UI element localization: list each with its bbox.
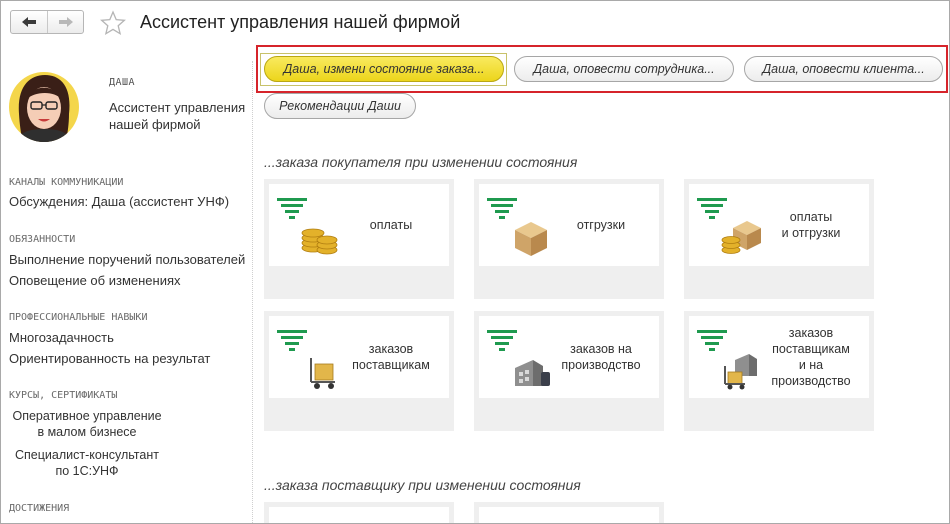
tile-label: заказов на производство — [561, 342, 641, 372]
tile-label: заказов поставщикам и на производство — [771, 326, 851, 388]
achievements-heading: ДОСТИЖЕНИЯ — [9, 503, 70, 514]
cart-icon — [277, 330, 335, 389]
notify-employee-button[interactable]: Даша, оповести сотрудника... — [514, 56, 734, 82]
box-coins-icon — [697, 198, 761, 254]
arrow-left-icon — [22, 17, 36, 27]
tile-shipments[interactable]: отгрузки — [474, 179, 664, 299]
persona-role: Ассистент управления нашей фирмой — [109, 100, 246, 132]
courses-heading: КУРСЫ, СЕРТИФИКАТЫ — [9, 390, 118, 401]
recommendations-button[interactable]: Рекомендации Даши — [264, 93, 416, 119]
avatar — [9, 72, 79, 142]
app-window: Ассистент управления нашей фирмой ДАША А… — [0, 0, 950, 524]
tile-payments[interactable]: оплаты — [264, 179, 454, 299]
coins-icon — [277, 198, 338, 255]
tile-label: оплаты и отгрузки — [781, 210, 841, 240]
group-title: ...заказа поставщику при изменении состо… — [264, 477, 581, 493]
skill-item: Многозадачность — [9, 330, 114, 345]
duty-item: Оповещение об изменениях — [9, 273, 181, 288]
sidebar-divider — [252, 61, 253, 523]
channels-heading: КАНАЛЫ КОММУНИКАЦИИ — [9, 177, 124, 188]
star-icon[interactable] — [100, 10, 126, 36]
arrow-right-icon — [58, 17, 73, 27]
back-button[interactable] — [11, 11, 47, 33]
persona-name: ДАША — [109, 77, 136, 88]
duty-item: Выполнение поручений пользователей — [9, 252, 246, 267]
box-icon — [487, 198, 547, 256]
navigation-buttons — [10, 10, 84, 34]
factory-icon — [487, 330, 550, 386]
course-item: Специалист-консультант по 1С:УНФ — [15, 448, 159, 478]
forward-button[interactable] — [47, 11, 83, 33]
course-item: Оперативное управление в малом бизнесе — [12, 409, 162, 439]
tile-label: оплаты — [369, 218, 413, 232]
tile-label: заказов поставщикам — [352, 342, 430, 372]
tile-partial[interactable] — [264, 502, 454, 523]
skills-heading: ПРОФЕССИОНАЛЬНЫЕ НАВЫКИ — [9, 312, 148, 323]
tile-production-orders[interactable]: заказов на производство — [474, 311, 664, 431]
tile-label: отгрузки — [576, 218, 626, 232]
tile-payments-shipments[interactable]: оплаты и отгрузки — [684, 179, 874, 299]
notify-client-button[interactable]: Даша, оповести клиента... — [744, 56, 943, 82]
change-order-state-button[interactable]: Даша, измени состояние заказа... — [264, 56, 504, 82]
skill-item: Ориентированность на результат — [9, 351, 211, 366]
factory-cart-icon — [697, 330, 757, 390]
tile-supplier-production-orders[interactable]: заказов поставщикам и на производство — [684, 311, 874, 431]
group-title: ...заказа покупателя при изменении состо… — [264, 154, 578, 170]
duties-heading: ОБЯЗАННОСТИ — [9, 234, 76, 245]
page-title: Ассистент управления нашей фирмой — [140, 12, 461, 32]
tile-supplier-orders[interactable]: заказов поставщикам — [264, 311, 454, 431]
channel-discussions-link[interactable]: Обсуждения: Даша (ассистент УНФ) — [9, 194, 229, 209]
tile-partial[interactable] — [474, 502, 664, 523]
